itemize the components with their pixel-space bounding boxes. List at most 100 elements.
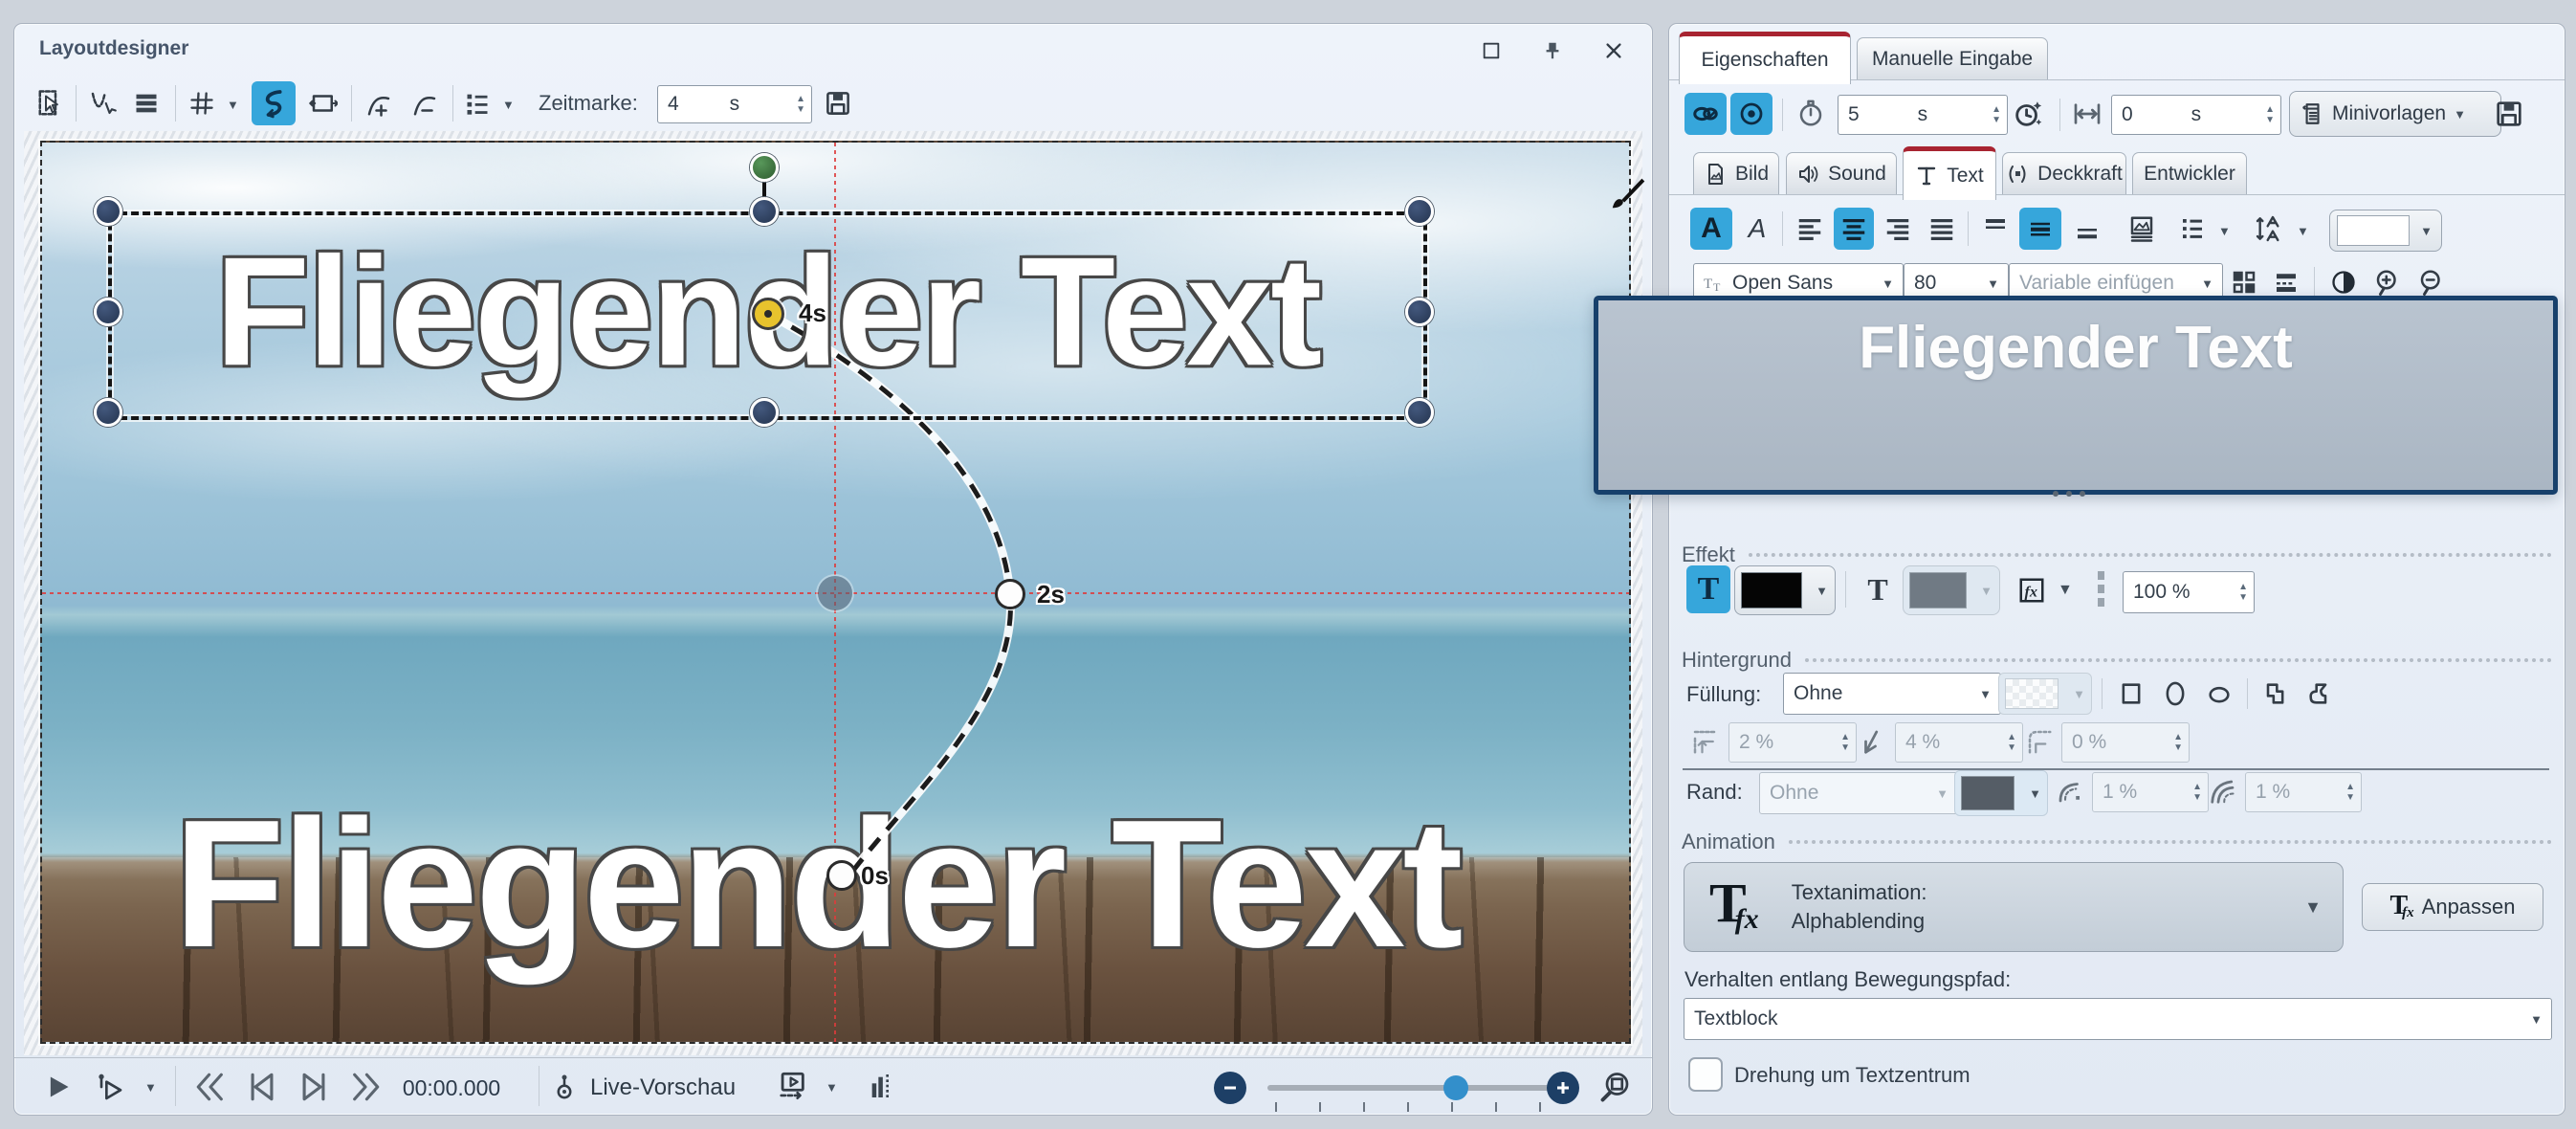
text-effects-dropdown-arrow[interactable]: ▼ — [2058, 583, 2073, 598]
maximize-button[interactable] — [1476, 35, 1507, 66]
resize-handle-ne[interactable] — [1405, 197, 1434, 226]
align-left-button[interactable] — [1790, 208, 1830, 250]
keyframe-2s-marker[interactable] — [995, 579, 1025, 609]
pin-button[interactable] — [1537, 35, 1568, 66]
select-tool-button[interactable] — [32, 83, 70, 123]
editor-resize-grip[interactable] — [2053, 491, 2085, 497]
text-fill-color-picker[interactable]: ▼ — [1734, 565, 1836, 615]
valign-bottom-button[interactable] — [2067, 208, 2107, 250]
rand-width1-input[interactable]: 1 % ▲ ▼ — [2092, 772, 2209, 812]
keyframe-0s-marker[interactable] — [826, 860, 857, 891]
keyframe-4s-marker[interactable] — [752, 298, 784, 330]
play-options-dropdown-arrow[interactable]: ▼ — [144, 1081, 157, 1094]
rand-width2-spinner[interactable]: ▲ ▼ — [2340, 782, 2361, 804]
add-node-button[interactable] — [359, 83, 399, 123]
shape-bubble-left-button[interactable] — [2255, 675, 2295, 713]
list-format-dropdown-arrow[interactable]: ▼ — [2218, 225, 2231, 237]
preview-monitor-dropdown-arrow[interactable]: ▼ — [826, 1081, 838, 1094]
verhalten-combo[interactable]: Textblock ▼ — [1684, 998, 2552, 1040]
corner-radius-input[interactable]: 0 % ▲ ▼ — [2061, 722, 2190, 763]
levels-button[interactable] — [860, 1066, 902, 1106]
tab-text[interactable]: Text — [1903, 146, 1996, 200]
grid-tool-button[interactable] — [183, 83, 221, 123]
text-opacity-input[interactable]: 100 % ▲ ▼ — [2123, 571, 2255, 613]
resize-handle-s[interactable] — [750, 398, 779, 427]
valign-middle-button[interactable] — [2019, 208, 2061, 250]
rand-width2-input[interactable]: 1 % ▲ ▼ — [2245, 772, 2362, 812]
play-from-marker-button[interactable] — [87, 1068, 131, 1106]
offset-spinner[interactable]: ▲ ▼ — [2259, 104, 2280, 126]
preview-monitor-button[interactable] — [770, 1066, 814, 1106]
skip-to-start-button[interactable] — [188, 1068, 232, 1106]
italic-toggle[interactable]: A — [1738, 208, 1776, 250]
padding-input[interactable]: 2 % ▲ ▼ — [1728, 722, 1857, 763]
text-opacity-spinner[interactable]: ▲ ▼ — [2233, 582, 2254, 604]
inline-text-editor-value[interactable]: Fliegender Text — [1859, 314, 2293, 490]
resize-handle-n[interactable] — [750, 197, 779, 226]
resize-handle-nw[interactable] — [94, 197, 122, 226]
align-center-button[interactable] — [1834, 208, 1874, 250]
visibility-toggle[interactable] — [1730, 93, 1772, 135]
close-button[interactable] — [1598, 35, 1629, 66]
anpassen-button[interactable]: T fx Anpassen — [2362, 883, 2543, 931]
auto-duration-button[interactable] — [2006, 93, 2050, 135]
previous-frame-button[interactable] — [240, 1068, 284, 1106]
text-effects-button[interactable]: fx — [2012, 571, 2052, 609]
node-list-button[interactable] — [458, 83, 496, 123]
resize-handle-e[interactable] — [1405, 298, 1434, 326]
skip-to-end-button[interactable] — [343, 1068, 387, 1106]
slide-canvas[interactable]: Fliegender Text Fliegender Text 4s 2s 0s — [40, 141, 1631, 1044]
text-outline-color-picker[interactable]: ▼ — [1903, 565, 2000, 615]
minivorlagen-button[interactable]: Minivorlagen ▼ — [2289, 91, 2501, 137]
save-timemark-button[interactable] — [818, 83, 858, 123]
shape-rounded-button[interactable] — [2199, 675, 2239, 713]
motion-path-tool-button[interactable] — [252, 81, 296, 125]
resize-handle-se[interactable] — [1405, 398, 1434, 427]
rotation-handle[interactable] — [750, 153, 779, 182]
zoom-fit-button[interactable] — [1595, 1066, 1637, 1108]
tab-deckkraft[interactable]: Deckkraft — [2002, 152, 2126, 195]
save-properties-button[interactable] — [2488, 93, 2530, 135]
align-right-button[interactable] — [1878, 208, 1918, 250]
zeitmarke-spinner[interactable]: ▲ ▼ — [790, 94, 811, 116]
fuellung-combo[interactable]: Ohne ▼ — [1783, 673, 2001, 715]
align-justify-button[interactable] — [1922, 208, 1962, 250]
rand-color-picker[interactable]: ▼ — [1954, 770, 2048, 816]
tab-entwickler[interactable]: Entwickler — [2132, 152, 2247, 195]
valign-top-button[interactable] — [1975, 208, 2015, 250]
tab-bild[interactable]: Bild — [1693, 152, 1779, 195]
padding-spinner[interactable]: ▲ ▼ — [1835, 732, 1856, 754]
textanimation-dropdown[interactable]: T fx Textanimation: Alphablending ▼ — [1684, 862, 2344, 952]
shape-ellipse-button[interactable] — [2155, 675, 2195, 713]
next-frame-button[interactable] — [292, 1068, 336, 1106]
text-outline-toggle[interactable]: T — [1857, 565, 1899, 613]
node-list-dropdown-arrow[interactable]: ▼ — [502, 99, 515, 111]
play-button[interactable] — [39, 1068, 77, 1106]
grid-dropdown-arrow[interactable]: ▼ — [227, 99, 239, 111]
zoom-in-button[interactable] — [1547, 1072, 1579, 1104]
curve-select-tool-button[interactable] — [83, 83, 121, 123]
transform-tool-button[interactable] — [303, 83, 343, 123]
line-spacing-button[interactable] — [2247, 208, 2291, 250]
font-color-picker[interactable]: ▼ — [2329, 210, 2442, 252]
bold-toggle[interactable]: A — [1690, 208, 1732, 250]
duration-spinner[interactable]: ▲ ▼ — [1986, 104, 2007, 126]
rand-combo[interactable]: Ohne ▼ — [1759, 772, 1958, 814]
text-fill-toggle[interactable]: T — [1686, 565, 1730, 613]
remove-node-button[interactable] — [405, 83, 445, 123]
tab-sound[interactable]: Sound — [1786, 152, 1897, 195]
live-preview-label[interactable]: Live-Vorschau — [590, 1074, 736, 1101]
shape-bubble-right-button[interactable] — [2299, 675, 2339, 713]
inline-text-editor[interactable]: Fliegender Text — [1594, 296, 2558, 495]
inline-image-button[interactable] — [2121, 208, 2163, 250]
drehung-checkbox[interactable] — [1688, 1057, 1723, 1092]
corner-radius-spinner[interactable]: ▲ ▼ — [2168, 732, 2189, 754]
layers-tool-button[interactable] — [127, 83, 165, 123]
offset-input[interactable]: 0 s ▲ ▼ — [2111, 95, 2281, 135]
duration-input[interactable]: 5 s ▲ ▼ — [1838, 95, 2008, 135]
tab-manuelle-eingabe[interactable]: Manuelle Eingabe — [1857, 37, 2048, 80]
skew-input[interactable]: 4 % ▲ ▼ — [1895, 722, 2023, 763]
tab-eigenschaften[interactable]: Eigenschaften — [1679, 32, 1851, 84]
link-keyframes-toggle[interactable] — [1684, 93, 1727, 135]
zoom-out-button[interactable] — [1214, 1072, 1246, 1104]
